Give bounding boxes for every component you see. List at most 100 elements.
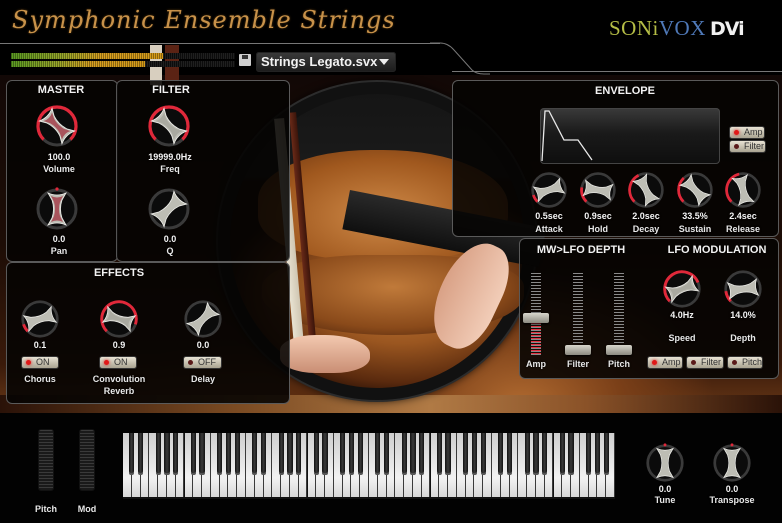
black-key[interactable] — [383, 433, 390, 473]
black-key[interactable] — [357, 433, 363, 473]
lfo-pitch-label: Pitch — [742, 357, 763, 367]
black-key[interactable] — [164, 433, 170, 473]
convolution-reverb-label: Convolution — [92, 374, 146, 384]
black-key[interactable] — [436, 433, 442, 473]
convolution-reverb-value: 0.9 — [112, 340, 126, 350]
convolution-reverb-toggle[interactable]: ON — [100, 357, 136, 368]
lfo-speed-knob[interactable] — [662, 269, 702, 309]
black-key[interactable] — [287, 433, 293, 473]
convolution-reverb-toggle-label: ON — [114, 357, 128, 367]
pitch-wheel[interactable] — [39, 430, 53, 490]
black-key[interactable] — [348, 433, 355, 473]
envelope-filter-led — [734, 144, 739, 149]
black-key[interactable] — [173, 433, 179, 473]
mw-filter-slider-handle[interactable] — [565, 345, 591, 355]
volume-label: Volume — [43, 164, 75, 174]
black-key[interactable] — [524, 433, 530, 473]
envelope-filter-label: Filter — [744, 141, 764, 151]
black-key[interactable] — [559, 433, 565, 473]
master-title: MASTER — [37, 84, 85, 96]
black-key[interactable] — [542, 433, 548, 473]
black-key[interactable] — [480, 433, 486, 473]
black-key[interactable] — [603, 433, 609, 473]
sustain-knob[interactable] — [676, 171, 714, 209]
black-key[interactable] — [217, 433, 223, 473]
tune-knob[interactable] — [645, 443, 685, 483]
lfo-modulation-title: LFO MODULATION — [667, 244, 767, 256]
q-knob[interactable] — [147, 187, 191, 231]
lfo-filter-toggle[interactable]: Filter — [687, 357, 723, 368]
black-key[interactable] — [471, 433, 478, 473]
black-key[interactable] — [313, 433, 319, 473]
lfo-amp-label: Amp — [662, 357, 681, 367]
black-key[interactable] — [296, 433, 302, 473]
black-key[interactable] — [155, 433, 161, 473]
black-key[interactable] — [419, 433, 425, 473]
lfo-filter-led — [691, 360, 696, 365]
black-key[interactable] — [190, 433, 196, 473]
freq-knob[interactable] — [147, 104, 191, 148]
mod-wheel[interactable] — [80, 430, 94, 490]
chorus-knob[interactable] — [20, 299, 60, 339]
black-key[interactable] — [199, 433, 205, 473]
decay-knob[interactable] — [627, 171, 665, 209]
envelope-filter-toggle[interactable]: Filter — [730, 141, 765, 152]
lfo-filter-label: Filter — [701, 357, 721, 367]
lfo-depth-value: 14.0% — [730, 310, 756, 320]
effects-title: EFFECTS — [93, 267, 145, 279]
black-key[interactable] — [129, 433, 135, 473]
attack-knob[interactable] — [530, 171, 568, 209]
black-key[interactable] — [445, 433, 451, 473]
black-key[interactable] — [410, 433, 416, 473]
convolution-reverb-knob[interactable] — [99, 299, 139, 339]
mw-amp-slider-handle[interactable] — [523, 312, 549, 323]
mw-pitch-slider[interactable] — [606, 273, 632, 355]
black-key[interactable] — [225, 433, 232, 473]
black-key[interactable] — [568, 433, 574, 473]
lfo-amp-toggle[interactable]: Amp — [648, 357, 682, 368]
black-key[interactable] — [340, 433, 346, 473]
volume-knob[interactable] — [35, 104, 79, 148]
dvi-logo: DVi — [710, 18, 745, 40]
envelope-amp-toggle[interactable]: Amp — [730, 127, 764, 138]
pan-knob[interactable] — [35, 187, 79, 231]
brand-vox: VOX — [658, 16, 706, 40]
preset-dropdown[interactable]: Strings Legato.svx — [256, 52, 396, 72]
hold-knob[interactable] — [579, 171, 617, 209]
black-key[interactable] — [506, 433, 513, 473]
mw-amp-slider[interactable] — [523, 273, 549, 355]
delay-knob[interactable] — [183, 299, 223, 339]
pan-value: 0.0 — [52, 234, 66, 244]
transpose-knob[interactable] — [712, 443, 752, 483]
transpose-value: 0.0 — [725, 484, 739, 494]
release-knob[interactable] — [724, 171, 762, 209]
delay-led — [188, 360, 193, 365]
lfo-pitch-led — [732, 360, 737, 365]
black-key[interactable] — [463, 433, 469, 473]
black-key[interactable] — [498, 433, 504, 473]
black-key[interactable] — [586, 433, 592, 473]
lfo-depth-knob[interactable] — [723, 269, 763, 309]
chorus-toggle[interactable]: ON — [22, 357, 58, 368]
black-key[interactable] — [401, 433, 407, 473]
black-key[interactable] — [375, 433, 381, 473]
black-key[interactable] — [533, 433, 539, 473]
black-key[interactable] — [260, 433, 267, 473]
black-key[interactable] — [252, 433, 258, 473]
lfo-pitch-toggle[interactable]: Pitch — [728, 357, 762, 368]
save-icon[interactable] — [239, 54, 251, 66]
delay-toggle[interactable]: OFF — [184, 357, 221, 368]
black-key[interactable] — [137, 433, 144, 473]
header-divider-right — [452, 71, 782, 72]
black-key[interactable] — [594, 433, 601, 473]
mw-pitch-slider-handle[interactable] — [606, 345, 632, 355]
convolution-reverb-label-2: Reverb — [103, 386, 135, 396]
mw-filter-slider[interactable] — [565, 273, 591, 355]
level-meter-right-fill — [11, 61, 146, 67]
envelope-graph — [540, 108, 720, 164]
envelope-curve — [541, 110, 593, 162]
black-key[interactable] — [322, 433, 328, 473]
black-key[interactable] — [234, 433, 240, 473]
black-key[interactable] — [278, 433, 284, 473]
piano-keyboard[interactable] — [123, 433, 615, 499]
